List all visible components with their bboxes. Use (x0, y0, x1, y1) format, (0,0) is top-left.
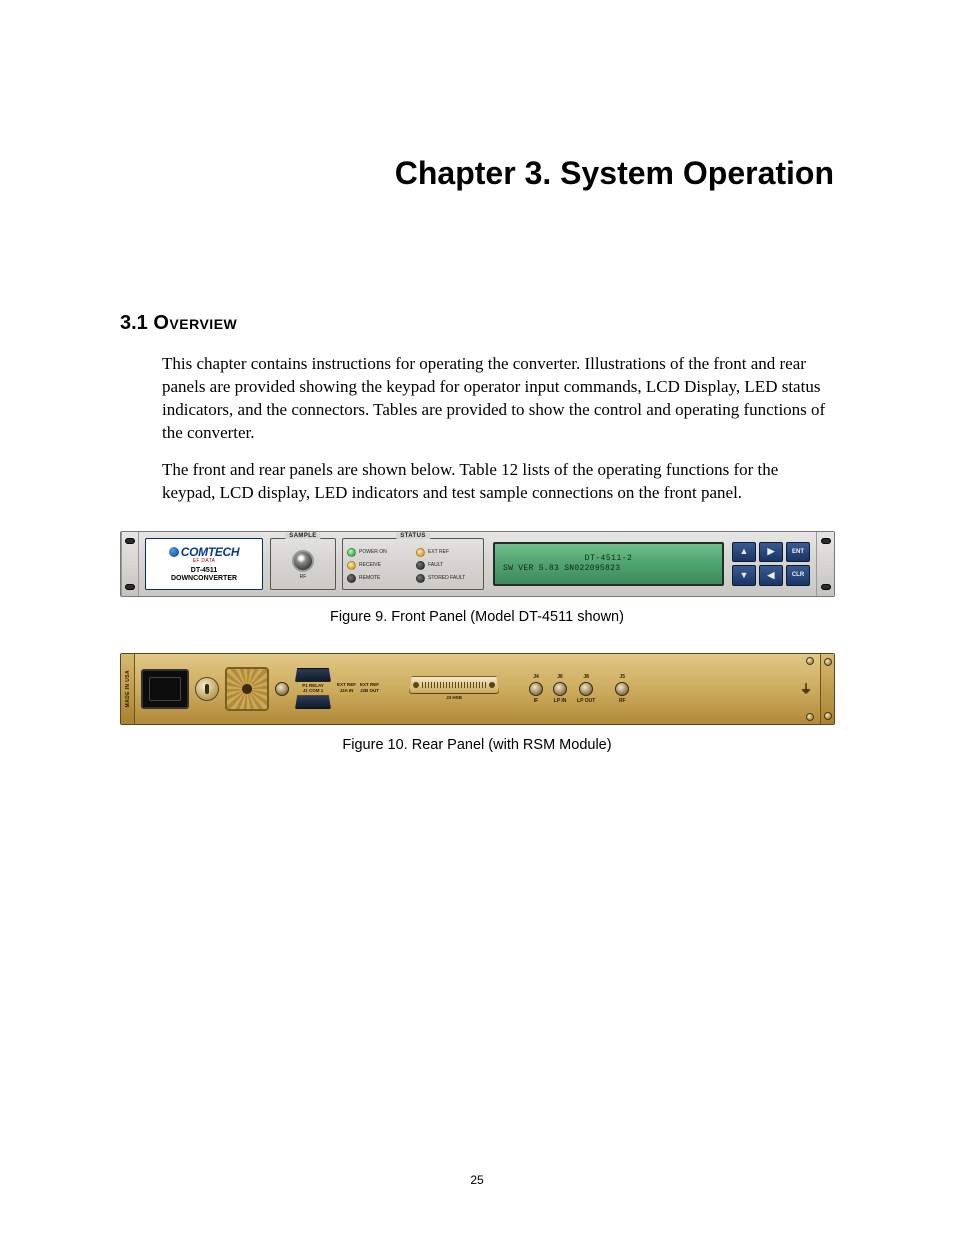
key-up: ▲ (732, 542, 756, 563)
arrow-up-icon: ▲ (740, 547, 749, 556)
if-label: IF (534, 698, 538, 704)
screw-icon (806, 713, 814, 721)
rack-hole (821, 538, 831, 544)
brand-tagline: EF DATA (193, 558, 215, 564)
sample-legend: SAMPLE (285, 533, 320, 539)
arrow-right-icon: ▶ (768, 547, 775, 556)
p1-relay-label: P1 RELAY J1 COM 1 (302, 684, 324, 693)
rack-hole (125, 584, 135, 590)
rack-hole (821, 584, 831, 590)
connector-icon (579, 682, 593, 696)
bnc-connector-icon (292, 550, 314, 572)
rear-handle (820, 654, 834, 724)
led-fault-icon (416, 561, 425, 570)
sample-group: SAMPLE RF (270, 538, 336, 590)
globe-icon (169, 547, 179, 557)
model-line1: DT-4511 (171, 567, 237, 575)
rf-label: RF (619, 698, 626, 704)
rear-panel: MADE IN USA P1 RELAY J1 COM 1 EXT REF (120, 653, 835, 725)
key-left: ◀ (759, 565, 783, 586)
led-remote-icon (347, 574, 356, 583)
key-down: ▼ (732, 565, 756, 586)
db25-connector-icon (409, 676, 499, 694)
keypad: ▲ ▶ ENT ▼ ◀ CLR (732, 542, 810, 586)
status-col-1: POWER ON RECEIVE REMOTE (347, 548, 410, 583)
extref-a-bot: J2A IN (340, 689, 354, 694)
iec-power-inlet-icon (141, 669, 189, 709)
status-group: STATUS POWER ON RECEIVE REMOTE EXT REF F… (342, 538, 484, 590)
paragraph-2: The front and rear panels are shown belo… (162, 459, 834, 505)
led-power-on-icon (347, 548, 356, 557)
fan-icon (225, 667, 269, 711)
connector-icon (529, 682, 543, 696)
made-in-usa-strip: MADE IN USA (121, 654, 135, 724)
connector-icon (553, 682, 567, 696)
led-label: RECEIVE (359, 562, 381, 568)
figure-9-caption: Figure 9. Front Panel (Model DT-4511 sho… (120, 609, 834, 625)
lcd-line2: SW VER 5.83 SN022095823 (503, 564, 714, 573)
lpin-label: LP IN (554, 698, 567, 704)
chapter-title: Chapter 3. System Operation (120, 155, 834, 192)
rf-connectors: J4 IF J6 LP IN J8 LP OUT J5 RF (529, 674, 629, 704)
lcd-line1: DT-4511-2 (503, 554, 714, 563)
screw-icon (824, 658, 832, 666)
j5-label: J5 (620, 674, 626, 680)
figure-9: COMTECH EF DATA DT-4511 DOWNCONVERTER SA… (120, 531, 834, 625)
led-label: EXT REF (428, 549, 449, 555)
status-col-2: EXT REF FAULT STORED FAULT (416, 548, 479, 583)
brand-plate: COMTECH EF DATA DT-4511 DOWNCONVERTER (145, 538, 263, 590)
j8-label: J8 (583, 674, 589, 680)
led-extref-icon (416, 548, 425, 557)
figure-10: MADE IN USA P1 RELAY J1 COM 1 EXT REF (120, 653, 834, 753)
j6-label: J6 (557, 674, 563, 680)
rear-body: P1 RELAY J1 COM 1 EXT REF J2A IN EXT REF… (135, 654, 820, 724)
brand-logo: COMTECH (169, 545, 240, 559)
made-in-usa-label: MADE IN USA (125, 670, 131, 707)
screw-icon (824, 712, 832, 720)
arrow-left-icon: ◀ (768, 571, 775, 580)
section-heading: 3.1 Overview (120, 312, 834, 335)
led-label: STORED FAULT (428, 575, 465, 581)
db9-connector-icon (295, 668, 331, 682)
model-line2: DOWNCONVERTER (171, 575, 237, 583)
rack-ear-left (121, 532, 139, 596)
led-label: REMOTE (359, 575, 380, 581)
led-label: POWER ON (359, 549, 387, 555)
section-number: 3.1 (120, 312, 148, 334)
hsb-label: J3 HSB (446, 696, 462, 701)
extref-b-bot: J2B OUT (360, 689, 379, 694)
small-bnc-icon (275, 682, 289, 696)
key-clr: CLR (786, 565, 810, 586)
key-ent: ENT (786, 542, 810, 563)
section-label: Overview (153, 312, 237, 334)
power-switch-icon (195, 677, 219, 701)
lcd-display: DT-4511-2 SW VER 5.83 SN022095823 (493, 542, 724, 586)
ext-ref-group: EXT REF J2A IN EXT REF J2B OUT (337, 683, 379, 693)
led-stored-fault-icon (416, 574, 425, 583)
rack-ear-right (816, 532, 834, 596)
paragraph-1: This chapter contains instructions for o… (162, 353, 834, 445)
j4-label: J4 (533, 674, 539, 680)
brand-name: COMTECH (181, 545, 240, 559)
connector-icon (615, 682, 629, 696)
lpout-label: LP OUT (577, 698, 595, 704)
ground-icon: ⏚ (798, 681, 814, 697)
led-receive-icon (347, 561, 356, 570)
status-legend: STATUS (396, 533, 430, 539)
rack-hole (125, 538, 135, 544)
screw-icon (806, 657, 814, 665)
hsb-connector: J3 HSB (409, 676, 499, 701)
front-panel: COMTECH EF DATA DT-4511 DOWNCONVERTER SA… (120, 531, 835, 597)
led-label: FAULT (428, 562, 443, 568)
key-right: ▶ (759, 542, 783, 563)
page-number: 25 (0, 1173, 954, 1187)
figure-10-caption: Figure 10. Rear Panel (with RSM Module) (120, 737, 834, 753)
serial-stack: P1 RELAY J1 COM 1 (295, 668, 331, 709)
brand-model: DT-4511 DOWNCONVERTER (171, 567, 237, 582)
db9-connector-icon (295, 695, 331, 709)
arrow-down-icon: ▼ (740, 571, 749, 580)
sample-label: RF (300, 574, 307, 580)
